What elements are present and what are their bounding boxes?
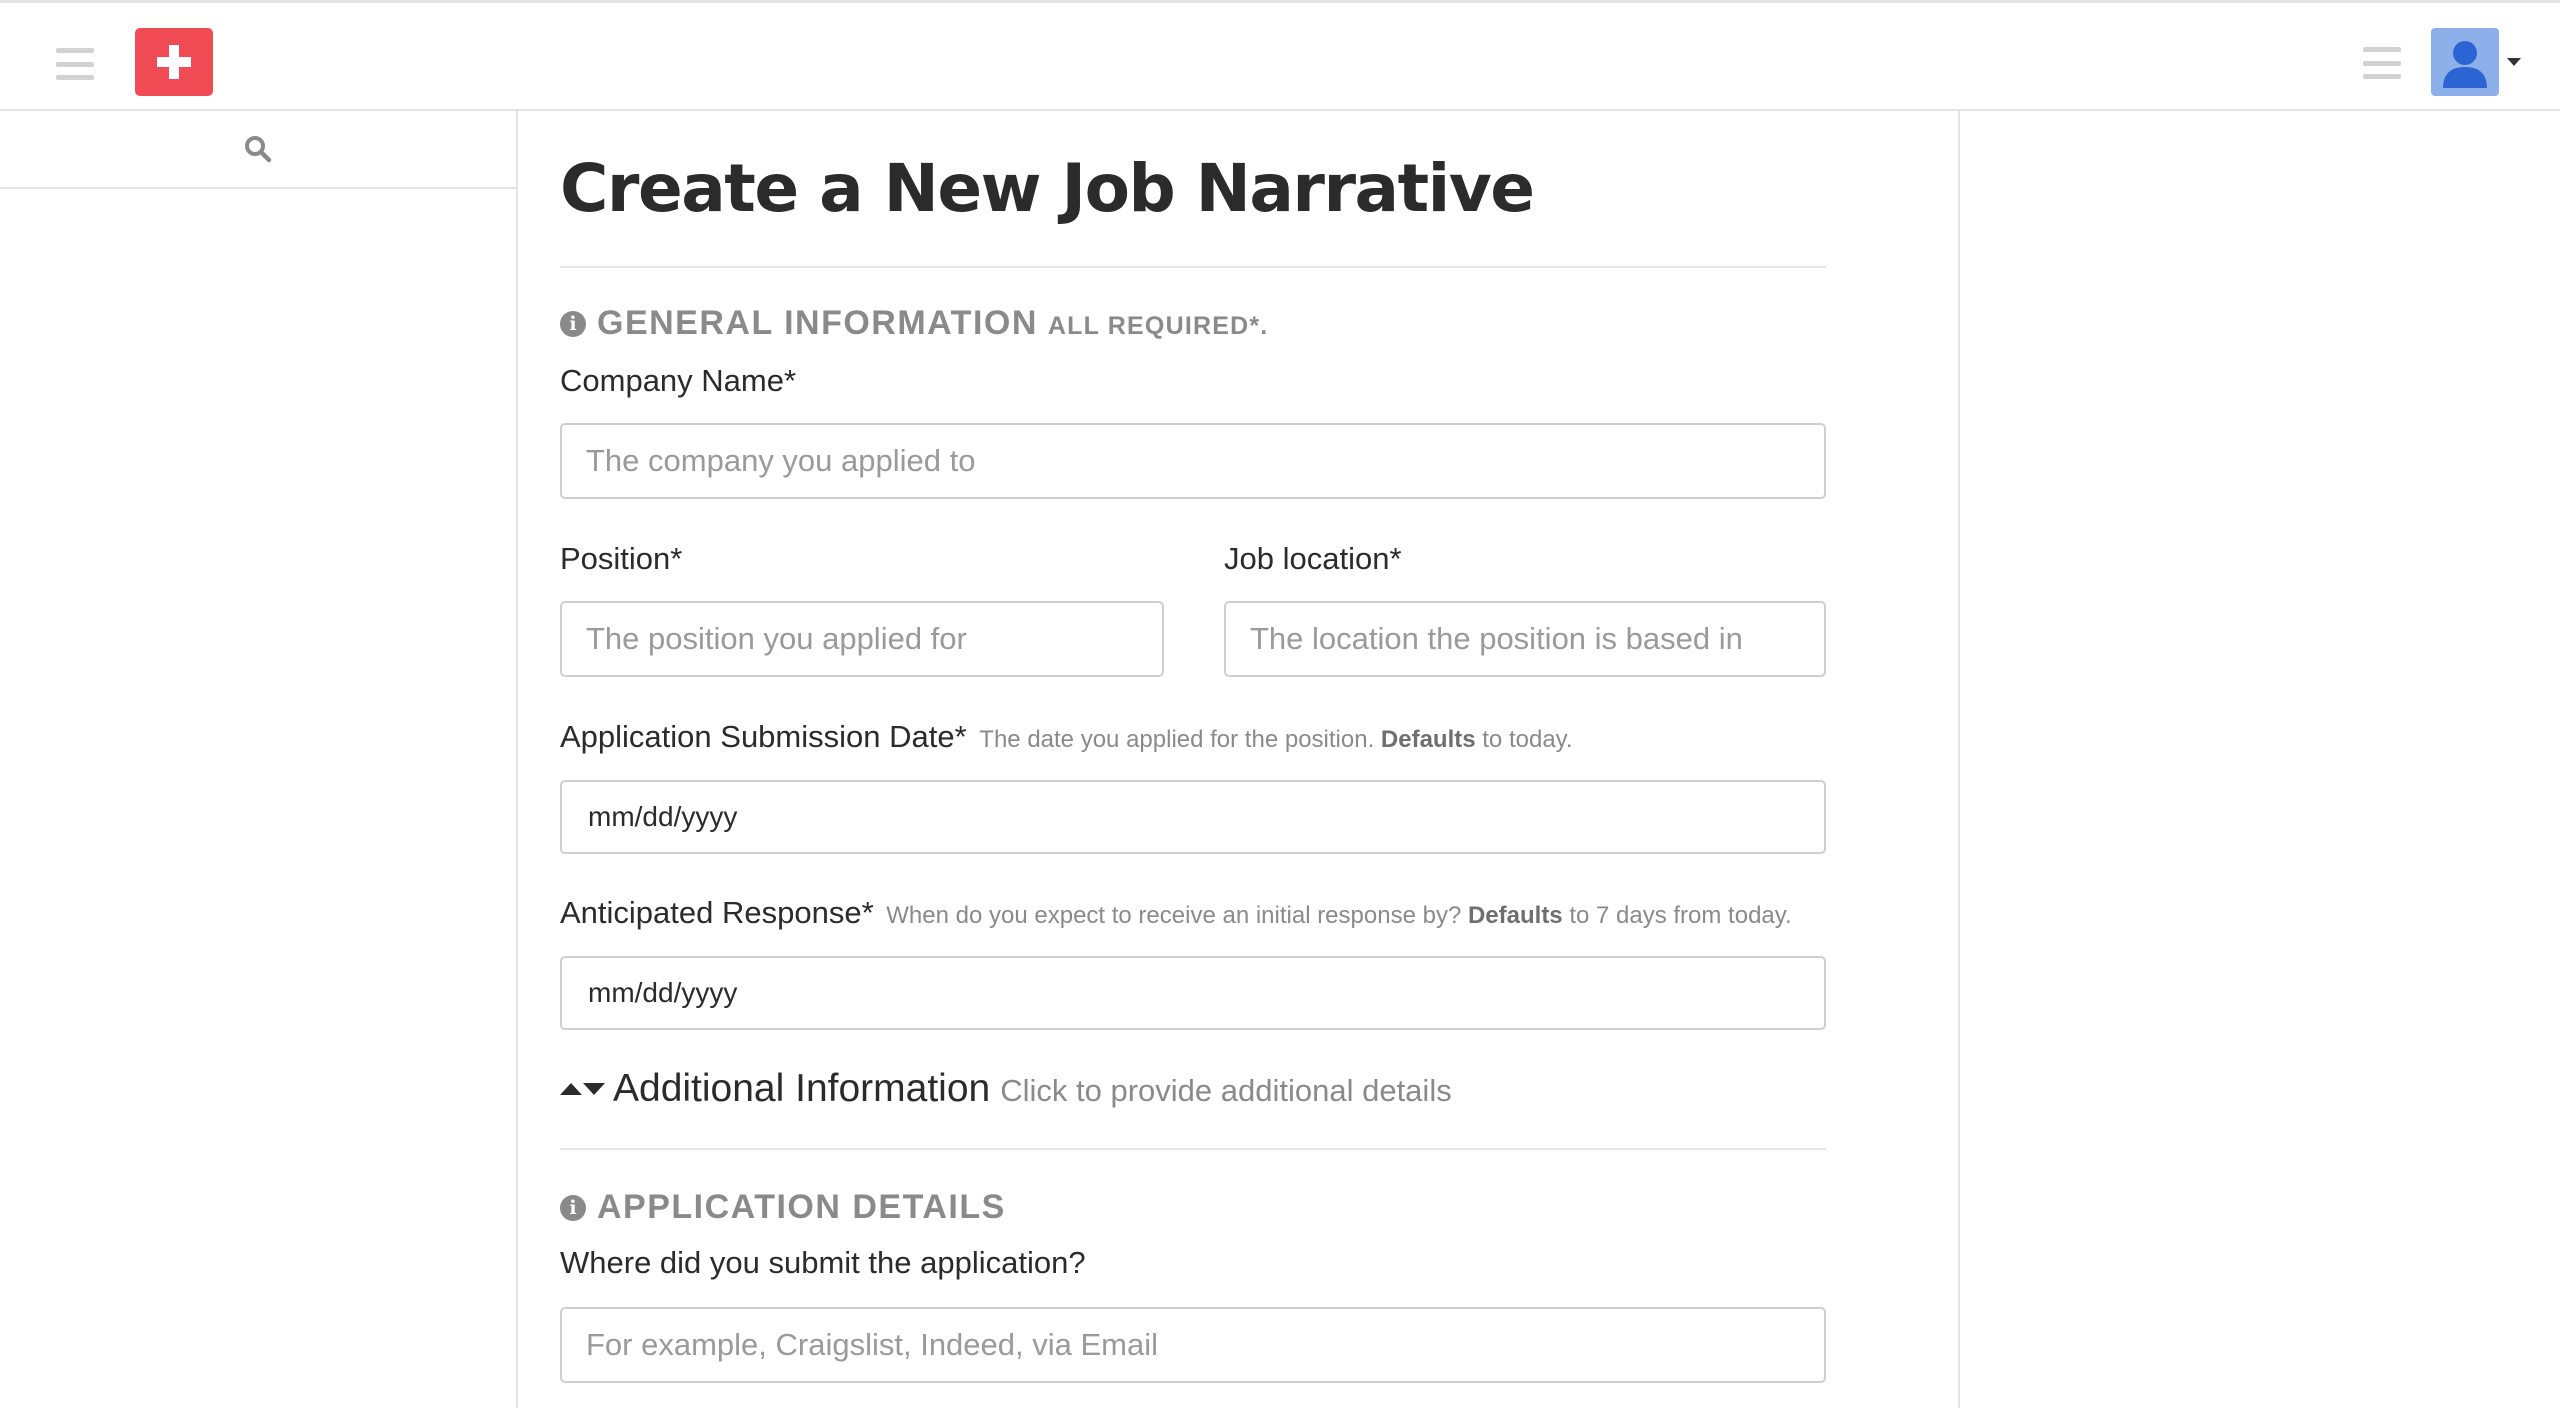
avatar xyxy=(2431,28,2499,96)
hamburger-icon[interactable] xyxy=(2363,47,2401,79)
info-icon: i xyxy=(560,1194,586,1221)
section-heading-text: APPLICATION DETAILS xyxy=(597,1188,1006,1226)
help-tail: to today. xyxy=(1482,726,1573,753)
hamburger-icon[interactable] xyxy=(56,48,94,80)
sidebar-search-button[interactable] xyxy=(0,111,516,189)
submission-date-label: Application Submission Date* The date yo… xyxy=(560,719,1573,755)
submission-date-help: The date you applied for the position. D… xyxy=(979,726,1572,753)
help-bold: Defaults xyxy=(1380,726,1476,753)
job-location-input[interactable] xyxy=(1224,601,1826,677)
search-icon xyxy=(245,136,272,163)
anticipated-response-label: Anticipated Response* When do you expect… xyxy=(560,895,1792,931)
anticipated-response-value: mm/dd/yyyy xyxy=(588,977,738,1008)
submission-date-value: mm/dd/yyyy xyxy=(588,801,738,832)
submit-where-input[interactable] xyxy=(560,1307,1826,1383)
submission-date-input[interactable]: mm/dd/yyyy xyxy=(560,780,1826,854)
additional-information-title: Additional Information xyxy=(613,1067,991,1110)
top-navbar xyxy=(0,0,2560,111)
anticipated-response-input[interactable]: mm/dd/yyyy xyxy=(560,956,1826,1030)
company-name-label: Company Name* xyxy=(560,363,797,398)
company-name-input[interactable] xyxy=(560,423,1826,499)
additional-information-toggle[interactable]: Additional Information Click to provide … xyxy=(560,1067,1452,1111)
info-icon: i xyxy=(560,310,586,337)
divider xyxy=(560,1148,1826,1150)
position-label: Position* xyxy=(560,541,683,576)
job-location-label: Job location* xyxy=(1224,541,1402,576)
sort-updown-icon xyxy=(560,1083,605,1095)
right-panel-divider xyxy=(1958,111,1960,1408)
user-icon xyxy=(2443,41,2487,88)
help-tail: to 7 days from today. xyxy=(1569,902,1792,929)
help-bold: Defaults xyxy=(1467,902,1563,929)
user-menu-button[interactable] xyxy=(2431,28,2521,96)
chevron-down-icon xyxy=(2507,58,2521,66)
add-button[interactable] xyxy=(135,28,213,96)
anticipated-response-help: When do you expect to receive an initial… xyxy=(886,902,1791,929)
anticipated-response-label-text: Anticipated Response* xyxy=(560,895,874,930)
section-heading-subtext: ALL REQUIRED*. xyxy=(1047,311,1269,340)
application-details-heading: i APPLICATION DETAILS xyxy=(560,1188,1006,1227)
sidebar xyxy=(0,111,518,1408)
section-heading-text: GENERAL INFORMATION xyxy=(597,304,1038,342)
position-input[interactable] xyxy=(560,601,1164,677)
plus-icon xyxy=(157,45,191,79)
general-information-heading: i GENERAL INFORMATION ALL REQUIRED*. xyxy=(560,304,1268,343)
help-text: When do you expect to receive an initial… xyxy=(886,902,1462,929)
divider xyxy=(560,266,1826,268)
additional-information-hint: Click to provide additional details xyxy=(1000,1073,1452,1108)
page-title: Create a New Job Narrative xyxy=(560,150,1535,227)
app-page: Create a New Job Narrative i GENERAL INF… xyxy=(0,0,2560,1408)
submission-date-label-text: Application Submission Date* xyxy=(560,719,967,754)
submit-where-label: Where did you submit the application? xyxy=(560,1245,1086,1280)
help-text: The date you applied for the position. xyxy=(979,726,1375,753)
